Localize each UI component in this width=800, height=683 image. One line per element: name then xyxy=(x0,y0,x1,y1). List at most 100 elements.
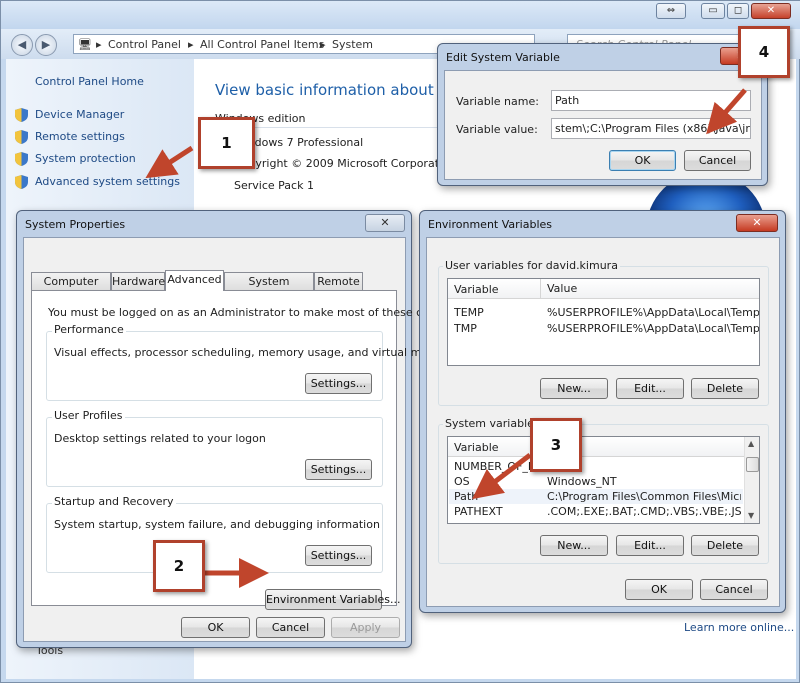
callout-3: 3 xyxy=(530,418,582,472)
environment-variables-dialog: Environment Variables ✕ User variables f… xyxy=(419,210,786,613)
scroll-up-icon[interactable]: ▲ xyxy=(748,439,754,448)
variable-cell: PATHEXT xyxy=(454,505,503,518)
user-edit-button[interactable]: Edit... xyxy=(616,378,684,399)
performance-desc: Visual effects, processor scheduling, me… xyxy=(54,346,457,359)
value-cell: .COM;.EXE;.BAT;.CMD;.VBS;.VBE;.JS;.... xyxy=(547,505,741,518)
user-profiles-settings-button[interactable]: Settings... xyxy=(305,459,372,480)
edit-system-variable-dialog: Edit System Variable ✕ Variable name: Pa… xyxy=(437,43,768,186)
learn-more-link[interactable]: Learn more online... xyxy=(684,621,794,634)
cancel-button[interactable]: Cancel xyxy=(256,617,325,638)
user-variables-list[interactable]: Variable Value TEMP %USERPROFILE%\AppDat… xyxy=(447,278,760,366)
callout-2: 2 xyxy=(153,540,205,592)
tab-system-protection[interactable]: System Protection xyxy=(224,272,314,305)
copyright-text: Copyright © 2009 Microsoft Corporation. xyxy=(234,157,460,170)
cancel-button[interactable]: Cancel xyxy=(700,579,768,600)
variable-cell: NUMBER_OF_P... xyxy=(454,460,540,473)
shield-icon xyxy=(15,152,28,166)
system-delete-button[interactable]: Delete xyxy=(691,535,759,556)
service-pack-text: Service Pack 1 xyxy=(234,179,314,192)
table-row[interactable]: TEMP %USERPROFILE%\AppData\Local\Temp xyxy=(449,305,759,320)
variable-value-field[interactable]: stem\;C:\Program Files (x86)\Java\jre7\b… xyxy=(551,118,751,139)
computer-icon: 🖥 xyxy=(78,38,92,51)
sidebar-item-advanced-system-settings[interactable]: Advanced system settings xyxy=(15,175,180,192)
list-header: Variable Value xyxy=(448,279,759,299)
variable-cell: OS xyxy=(454,475,470,488)
list-header: Variable xyxy=(448,437,744,457)
user-variables-label: User variables for david.kimura xyxy=(443,259,620,272)
column-variable[interactable]: Variable xyxy=(454,283,499,296)
close-button[interactable]: ✕ xyxy=(751,3,791,19)
breadcrumb-all-items[interactable]: All Control Panel Items xyxy=(200,38,324,51)
dialog-body: Computer Name Hardware Advanced System P… xyxy=(23,237,466,642)
back-button[interactable]: ◀ xyxy=(11,34,33,56)
dialog-title: Environment Variables xyxy=(428,218,553,231)
scroll-thumb[interactable] xyxy=(746,457,759,472)
system-properties-dialog: System Properties ✕ Computer Name Hardwa… xyxy=(16,210,466,648)
user-new-button[interactable]: New... xyxy=(540,378,608,399)
ok-button[interactable]: OK xyxy=(181,617,250,638)
table-row[interactable]: NUMBER_OF_P... xyxy=(449,459,743,474)
dialog-title: Edit System Variable xyxy=(446,51,560,64)
system-variables-label: System variables xyxy=(443,417,542,430)
sidebar-home-link[interactable]: Control Panel Home xyxy=(35,75,144,88)
tab-computer-name[interactable]: Computer Name xyxy=(31,272,111,305)
tab-remote[interactable]: Remote xyxy=(314,272,363,290)
chevron-right-icon: ▸ xyxy=(188,38,194,51)
performance-settings-button[interactable]: Settings... xyxy=(305,373,372,394)
chevron-right-icon: ▸ xyxy=(320,38,326,51)
variable-cell: TMP xyxy=(454,322,477,335)
callout-1: 1 xyxy=(198,117,255,169)
scroll-down-icon[interactable]: ▼ xyxy=(748,511,754,520)
variable-cell: Path xyxy=(454,490,479,503)
table-row[interactable]: PATHEXT .COM;.EXE;.BAT;.CMD;.VBS;.VBE;.J… xyxy=(449,504,743,519)
shield-icon xyxy=(15,108,28,122)
forward-button[interactable]: ▶ xyxy=(35,34,57,56)
table-row[interactable]: TMP %USERPROFILE%\AppData\Local\Temp xyxy=(449,321,759,336)
table-row[interactable]: OS Windows_NT xyxy=(449,474,743,489)
shield-icon xyxy=(15,175,28,189)
value-cell: Windows_NT xyxy=(547,475,617,488)
user-profiles-label: User Profiles xyxy=(52,409,125,422)
tab-advanced[interactable]: Advanced xyxy=(165,270,224,291)
callout-4: 4 xyxy=(738,26,790,78)
dialog-title: System Properties xyxy=(25,218,126,231)
sidebar-item-device-manager[interactable]: Device Manager xyxy=(15,108,124,125)
scrollbar[interactable]: ▲ ▼ xyxy=(744,437,759,523)
value-cell: %USERPROFILE%\AppData\Local\Temp xyxy=(547,322,760,335)
startup-recovery-label: Startup and Recovery xyxy=(52,495,176,508)
startup-recovery-settings-button[interactable]: Settings... xyxy=(305,545,372,566)
apply-button[interactable]: Apply xyxy=(331,617,400,638)
system-variables-list[interactable]: Variable NUMBER_OF_P... OS Windows_NT Pa… xyxy=(447,436,760,524)
system-new-button[interactable]: New... xyxy=(540,535,608,556)
column-value[interactable]: Value xyxy=(540,279,577,299)
startup-recovery-desc: System startup, system failure, and debu… xyxy=(54,518,380,531)
restore-arrows-icon[interactable]: ⇔ xyxy=(656,3,686,19)
user-profiles-desc: Desktop settings related to your logon xyxy=(54,432,266,445)
sidebar-item-system-protection[interactable]: System protection xyxy=(15,152,136,169)
breadcrumb-control-panel[interactable]: Control Panel xyxy=(108,38,181,51)
performance-label: Performance xyxy=(52,323,126,336)
dialog-body: User variables for david.kimura Variable… xyxy=(426,237,780,607)
chevron-right-icon: ▸ xyxy=(96,38,102,51)
cancel-button[interactable]: Cancel xyxy=(684,150,751,171)
maximize-button[interactable]: ◻ xyxy=(727,3,749,19)
ok-button[interactable]: OK xyxy=(625,579,693,600)
table-row-path[interactable]: Path C:\Program Files\Common Files\Micro… xyxy=(449,489,743,504)
tab-hardware[interactable]: Hardware xyxy=(111,272,165,290)
sidebar-item-remote-settings[interactable]: Remote settings xyxy=(15,130,125,147)
column-variable[interactable]: Variable xyxy=(454,441,499,454)
close-icon[interactable]: ✕ xyxy=(736,214,778,232)
user-delete-button[interactable]: Delete xyxy=(691,378,759,399)
system-edit-button[interactable]: Edit... xyxy=(616,535,684,556)
admin-note: You must be logged on as an Administrato… xyxy=(48,306,466,319)
minimize-button[interactable]: ▭ xyxy=(701,3,725,19)
dialog-body: Variable name: Path Variable value: stem… xyxy=(444,70,762,180)
page-title: View basic information about your xyxy=(215,81,473,99)
tab-panel: You must be logged on as an Administrato… xyxy=(31,290,466,610)
close-icon[interactable]: ✕ xyxy=(365,214,405,232)
variable-value-label: Variable value: xyxy=(456,123,538,136)
breadcrumb-system[interactable]: System xyxy=(332,38,373,51)
environment-variables-button[interactable]: Environment Variables... xyxy=(265,589,401,610)
variable-name-field[interactable]: Path xyxy=(551,90,751,111)
ok-button[interactable]: OK xyxy=(609,150,676,171)
